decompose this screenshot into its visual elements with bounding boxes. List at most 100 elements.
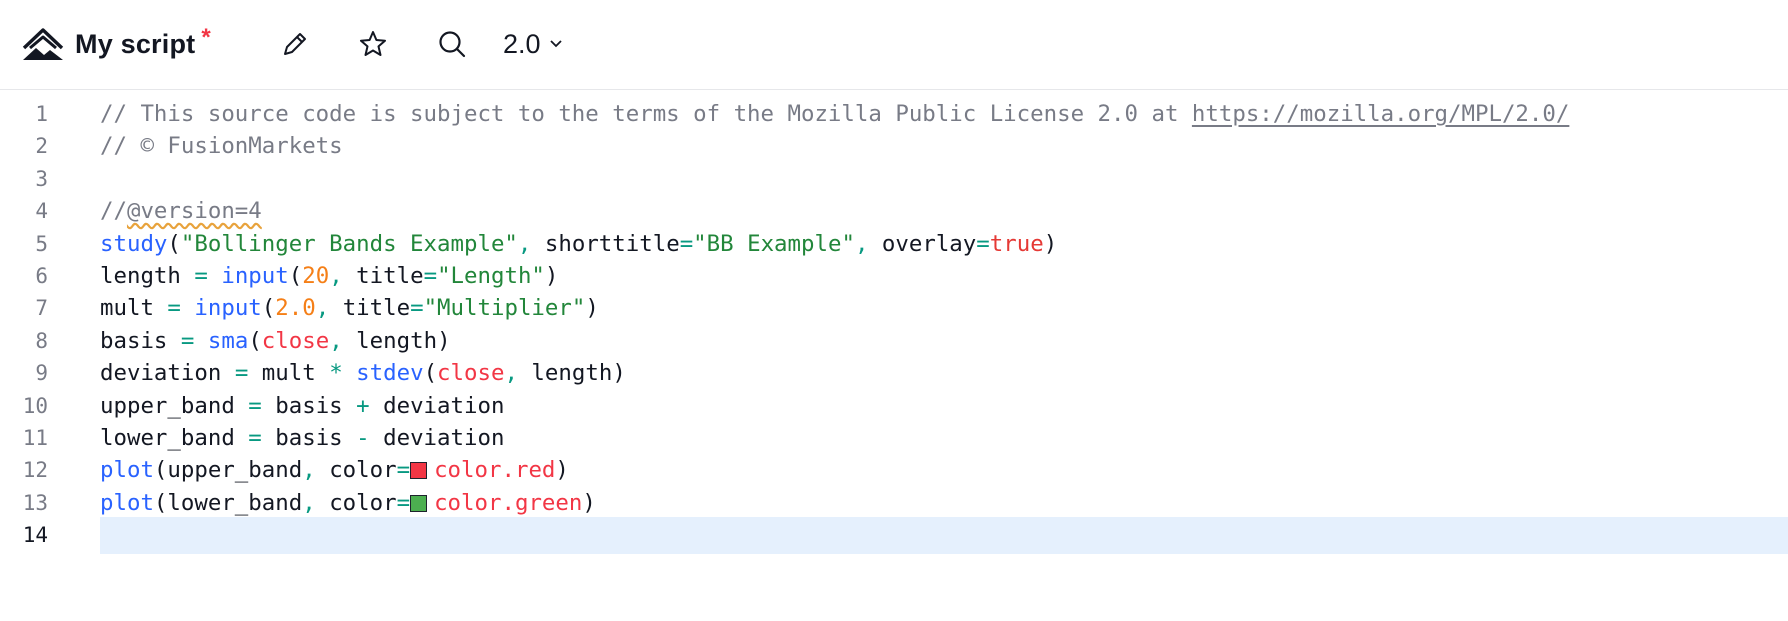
code-token: basis [100, 327, 181, 354]
editor-toolbar: My script * 2.0 [0, 0, 1788, 90]
code-token: ( [248, 327, 262, 354]
code-token: color.green [434, 489, 583, 516]
code-token: // [100, 198, 127, 225]
code-token: basis [261, 392, 357, 419]
line-number: 14 [22, 523, 48, 548]
code-editor[interactable]: 1// This source code is subject to the t… [0, 91, 1788, 621]
code-token: ( [167, 230, 181, 257]
favorite-button[interactable] [351, 22, 395, 66]
search-button[interactable] [430, 22, 474, 66]
code-token: = [167, 295, 181, 322]
code-token: ) [1043, 230, 1058, 257]
search-icon [439, 31, 466, 58]
code-token: , [329, 263, 357, 289]
code-token: lower_band [167, 489, 303, 516]
code-token: upper_band [100, 392, 249, 419]
code-token: deviation [369, 392, 505, 419]
code-token: ) [555, 457, 569, 484]
rename-button[interactable] [273, 22, 317, 66]
code-text[interactable] [100, 517, 1788, 555]
star-icon [360, 31, 386, 56]
code-token: length [356, 327, 438, 354]
code-token: , [517, 230, 545, 257]
code-token: mult [248, 360, 330, 387]
code-token: - [356, 425, 370, 451]
color-swatch-red[interactable] [410, 462, 428, 480]
code-token: color [329, 489, 397, 516]
code-token: mult [100, 295, 168, 322]
pine-logo-button[interactable] [20, 22, 66, 66]
code-token: ) [437, 327, 451, 354]
code-token: length [531, 360, 613, 387]
script-title-text: My script [75, 28, 196, 59]
code-token: input [221, 263, 289, 289]
pine-mountain-icon [22, 28, 64, 60]
code-token: = [248, 425, 262, 451]
chevron-down-icon [549, 40, 562, 48]
code-token: , [302, 489, 330, 516]
code-token: = [396, 457, 411, 484]
code-token: upper_band [167, 457, 303, 484]
code-token: , [854, 230, 882, 257]
code-token: 2.0 [275, 295, 316, 322]
code-token: "Bollinger Bands Example" [180, 230, 518, 257]
code-token: , [302, 457, 330, 484]
code-token: plot [100, 457, 154, 484]
code-token: basis [261, 425, 357, 451]
version-selector[interactable]: 2.0 [503, 22, 563, 66]
code-token: * [329, 360, 343, 387]
code-token: 20 [302, 263, 330, 289]
pencil-icon [284, 33, 306, 55]
code-token: = [234, 360, 249, 387]
code-token: input [194, 295, 262, 322]
code-token: ( [261, 295, 276, 322]
code-token: "Multiplier" [423, 295, 586, 322]
code-token: , [315, 295, 343, 322]
code-token: ( [153, 489, 168, 516]
code-token: ) [612, 360, 626, 387]
code-token[interactable]: https://mozilla.org/MPL/2.0/ [1192, 101, 1569, 127]
code-token: stdev [356, 360, 424, 387]
script-title[interactable]: My script * [75, 22, 211, 66]
unsaved-marker: * [201, 24, 211, 51]
code-line[interactable]: 14 [0, 517, 1788, 555]
code-token: lower_band [100, 425, 249, 451]
code-token: = [410, 295, 424, 322]
code-token: plot [100, 489, 154, 516]
code-token: ( [423, 360, 438, 387]
code-token: , [329, 327, 357, 354]
code-token: color [329, 457, 397, 484]
code-token: sma [207, 327, 249, 354]
code-token: overlay [881, 230, 977, 257]
code-token: // © FusionMarkets [100, 133, 343, 160]
code-token: color.red [434, 457, 556, 484]
code-token: close [261, 327, 330, 354]
code-token: = [248, 392, 262, 419]
code-token: = [679, 230, 694, 257]
code-token: ) [585, 295, 599, 322]
code-token: + [356, 392, 370, 419]
code-token: title [356, 263, 424, 289]
code-token: "Length" [437, 263, 545, 289]
version-label: 2.0 [503, 28, 541, 59]
code-token: @version=4 [126, 198, 262, 225]
code-token: deviation [100, 360, 235, 387]
code-token: ) [544, 263, 559, 289]
code-token: = [194, 263, 208, 289]
code-token: , [504, 360, 532, 387]
code-token: // This source code is subject to the te… [100, 101, 1192, 127]
code-token: = [180, 327, 195, 354]
code-token: shorttitle [544, 230, 680, 257]
code-token: ( [153, 457, 168, 484]
code-token: length [100, 263, 195, 289]
code-token: deviation [369, 425, 505, 451]
code-token: title [342, 295, 411, 322]
code-token: "BB Example" [693, 230, 855, 257]
code-token: ) [582, 489, 596, 516]
color-swatch-green[interactable] [410, 494, 428, 512]
code-token: true [989, 230, 1044, 257]
